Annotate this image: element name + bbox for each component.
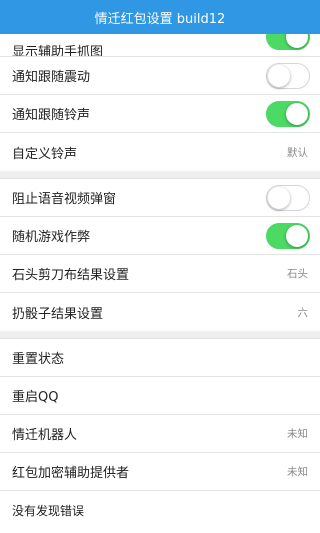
setting-value: 六 [297,306,309,319]
section-divider [0,171,320,179]
setting-value: 石头 [287,268,308,280]
toggle-knob [286,224,308,247]
setting-row-random-game-cheat[interactable]: 随机游戏作弊 [0,217,320,255]
setting-row-dice-result[interactable]: 扔骰子结果设置 六 [0,293,320,331]
setting-label: 阻止语音视频弹窗 [12,192,117,207]
setting-label: 红包加密辅助提供者 [12,466,130,481]
setting-value: 未知 [287,428,308,440]
toggle-knob [286,34,308,48]
setting-row-reset-state[interactable]: 重置状态 [0,339,320,377]
setting-row-custom-ringtone[interactable]: 自定义铃声 默认 [0,133,320,171]
setting-label: 显示辅助手抓图 [12,45,104,57]
toggle-show-helper-image[interactable] [266,34,310,50]
toggle-block-voice-video[interactable] [266,184,310,211]
page-title: 情迁红包设置 build12 [94,11,226,27]
title-bar: 情迁红包设置 build12 [0,0,320,34]
setting-row-show-helper-image[interactable]: 显示辅助手抓图 [0,34,320,57]
setting-row-rps-result[interactable]: 石头剪刀布结果设置 石头 [0,255,320,293]
toggle-random-game-cheat[interactable] [266,222,310,249]
setting-label: 通知跟随铃声 [12,108,91,123]
toggle-knob [268,186,290,209]
status-row: 没有发现错误 [0,491,320,529]
setting-row-restart-qq[interactable]: 重启QQ [0,377,320,415]
setting-label: 自定义铃声 [12,146,78,162]
section-divider [0,331,320,339]
setting-label: 情迁机器人 [12,428,78,443]
setting-value: 未知 [287,466,308,478]
setting-row-encryption-helper[interactable]: 红包加密辅助提供者 未知 [0,453,320,491]
setting-row-block-voice-video[interactable]: 阻止语音视频弹窗 [0,179,320,217]
setting-row-notify-vibrate[interactable]: 通知跟随震动 [0,57,320,95]
toggle-knob [268,64,290,87]
setting-label: 重置状态 [12,352,65,367]
setting-label: 通知跟随震动 [12,70,91,85]
setting-label: 重启QQ [12,390,59,405]
setting-label: 扔骰子结果设置 [12,306,104,322]
toggle-knob [286,102,308,125]
status-text: 没有发现错误 [12,503,85,518]
settings-list: 显示辅助手抓图 通知跟随震动 通知跟随铃声 自定义铃声 默认 阻止语音视频弹窗 … [0,34,320,529]
setting-value: 默认 [287,146,308,159]
toggle-notify-ringtone[interactable] [266,100,310,127]
setting-row-notify-ringtone[interactable]: 通知跟随铃声 [0,95,320,133]
setting-row-robot[interactable]: 情迁机器人 未知 [0,415,320,453]
setting-label: 随机游戏作弊 [12,230,91,245]
toggle-notify-vibrate[interactable] [266,62,310,89]
setting-label: 石头剪刀布结果设置 [12,268,130,283]
